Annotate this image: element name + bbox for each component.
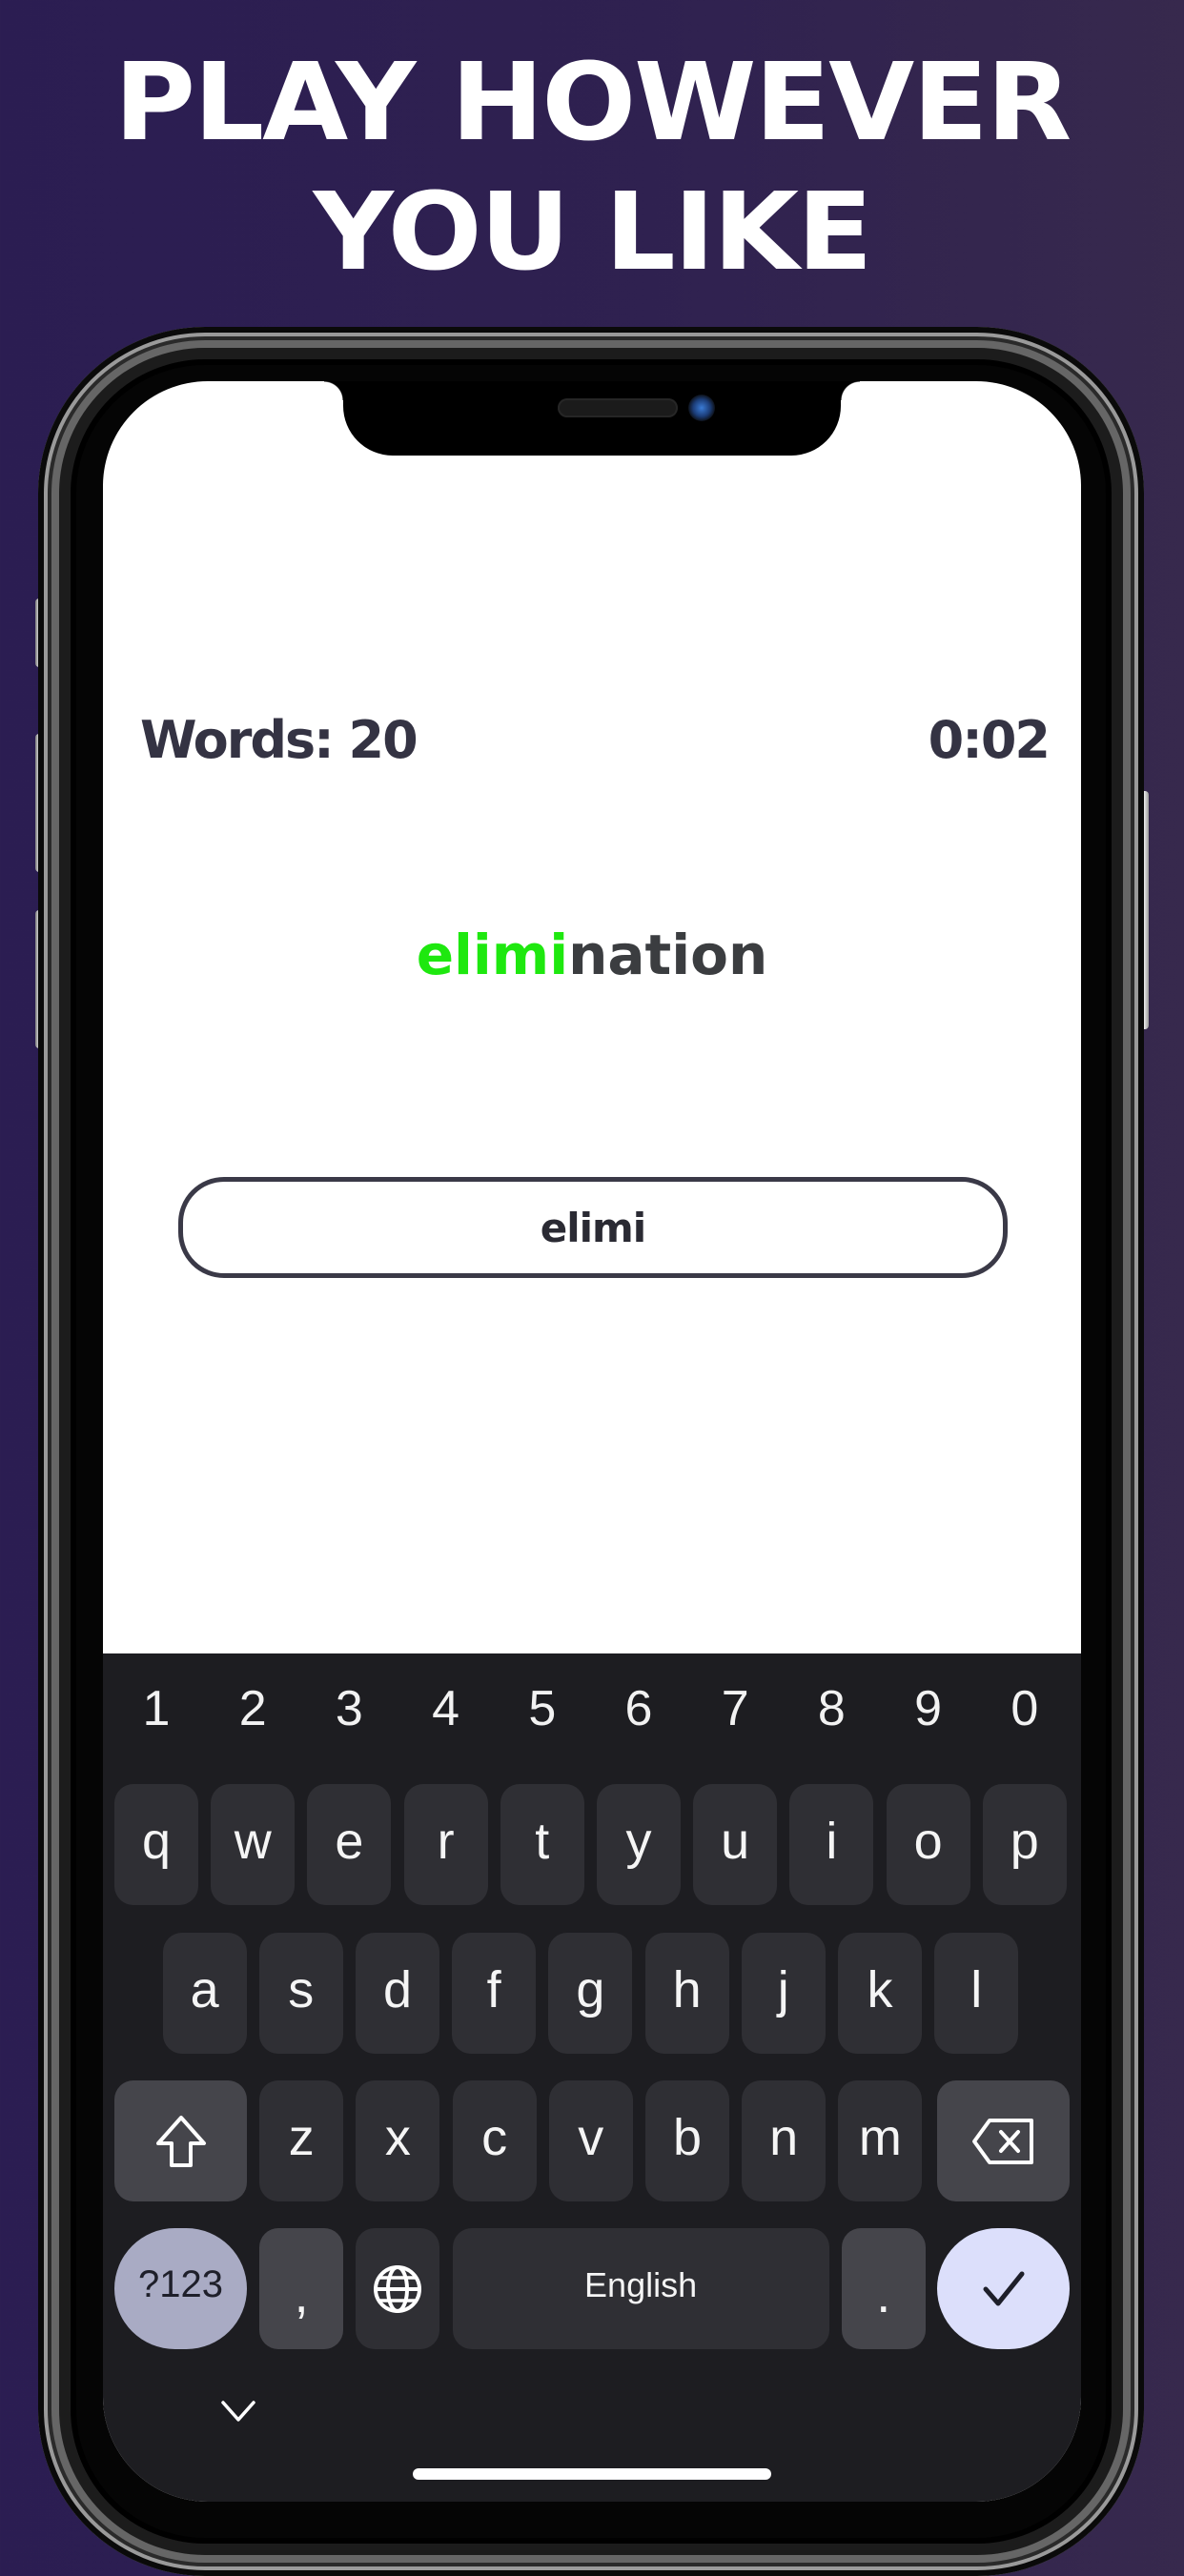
checkmark-icon xyxy=(983,2271,1024,2305)
number-key-0[interactable]: 0 xyxy=(987,1680,1063,1737)
key-c-label: c xyxy=(481,2108,508,2166)
promo-headline: PLAY HOWEVER YOU LIKE xyxy=(0,38,1184,297)
key-z[interactable]: z xyxy=(259,2080,344,2201)
key-d[interactable]: d xyxy=(356,1933,439,2054)
word-input-value: elimi xyxy=(540,1204,646,1251)
key-u[interactable]: u xyxy=(693,1784,778,1905)
shift-key[interactable] xyxy=(114,2080,247,2201)
key-q[interactable]: q xyxy=(114,1784,198,1905)
key-f[interactable]: f xyxy=(452,1933,537,2054)
number-key-4[interactable]: 4 xyxy=(408,1680,484,1737)
speaker-grille xyxy=(558,398,678,417)
key-b-label: b xyxy=(672,2108,703,2166)
key-v[interactable]: v xyxy=(548,2080,633,2201)
words-count: Words: 20 xyxy=(140,710,418,770)
key-j-label: j xyxy=(777,1960,789,2018)
number-key-7[interactable]: 7 xyxy=(697,1680,773,1737)
key-x-label: x xyxy=(384,2108,411,2166)
number-row: 1234567890 xyxy=(103,1680,1081,1756)
key-w-label: w xyxy=(234,1812,272,1870)
comma-key-label: , xyxy=(294,2266,309,2323)
key-s-label: s xyxy=(288,1960,315,2018)
number-key-2[interactable]: 2 xyxy=(214,1680,291,1737)
key-x[interactable]: x xyxy=(356,2080,440,2201)
backspace-key[interactable] xyxy=(937,2080,1070,2201)
key-t[interactable]: t xyxy=(500,1784,584,1905)
key-d-label: d xyxy=(382,1960,413,2018)
key-e[interactable]: e xyxy=(307,1784,392,1905)
phone-notch xyxy=(324,381,860,456)
key-y[interactable]: y xyxy=(597,1784,681,1905)
globe-icon xyxy=(374,2264,422,2313)
space-key[interactable]: English xyxy=(452,2228,829,2349)
key-n-label: n xyxy=(769,2108,799,2166)
key-t-label: t xyxy=(535,1812,550,1870)
key-m-label: m xyxy=(858,2108,902,2166)
comma-key[interactable]: , xyxy=(259,2228,344,2349)
key-s[interactable]: s xyxy=(258,1933,343,2054)
period-key[interactable]: . xyxy=(841,2228,926,2349)
target-word: elimination xyxy=(103,923,1081,987)
key-h-label: h xyxy=(672,1960,702,2018)
key-g-label: g xyxy=(576,1960,605,2018)
number-key-3[interactable]: 3 xyxy=(311,1680,387,1737)
key-o[interactable]: o xyxy=(886,1784,970,1905)
key-z-label: z xyxy=(288,2108,315,2166)
key-b[interactable]: b xyxy=(645,2080,729,2201)
front-camera xyxy=(688,395,715,421)
key-n[interactable]: n xyxy=(742,2080,827,2201)
shift-arrow-icon xyxy=(155,2115,206,2167)
key-h[interactable]: h xyxy=(644,1933,729,2054)
space-key-label: English xyxy=(584,2264,698,2304)
key-l[interactable]: l xyxy=(934,1933,1019,2054)
key-e-label: e xyxy=(335,1812,364,1870)
key-p[interactable]: p xyxy=(982,1784,1067,1905)
key-a-label: a xyxy=(190,1960,219,2018)
backspace-icon xyxy=(971,2118,1033,2164)
timer: 0:02 xyxy=(928,710,1051,770)
symbols-key[interactable]: ?123 xyxy=(114,2228,247,2349)
home-indicator[interactable] xyxy=(413,2468,771,2480)
key-w[interactable]: w xyxy=(211,1784,296,1905)
symbols-key-label: ?123 xyxy=(138,2263,223,2305)
key-r[interactable]: r xyxy=(403,1784,488,1905)
key-l-label: l xyxy=(970,1960,983,2018)
keyboard: 1234567890 q w e r t y u i o p a s d f g h j k l z x c v b n m ?12… xyxy=(103,1653,1081,2502)
key-f-label: f xyxy=(486,1960,501,2018)
key-g[interactable]: g xyxy=(548,1933,633,2054)
enter-key[interactable] xyxy=(937,2228,1070,2349)
key-k-label: k xyxy=(867,1960,893,2018)
number-key-1[interactable]: 1 xyxy=(118,1680,194,1737)
key-r-label: r xyxy=(437,1812,455,1870)
number-key-8[interactable]: 8 xyxy=(793,1680,869,1737)
key-j[interactable]: j xyxy=(741,1933,826,2054)
word-input[interactable]: elimi xyxy=(178,1177,1008,1278)
number-key-5[interactable]: 5 xyxy=(504,1680,581,1737)
globe-key[interactable] xyxy=(356,2228,440,2349)
key-i[interactable]: i xyxy=(789,1784,874,1905)
headline-line-1: PLAY HOWEVER xyxy=(113,41,1072,165)
headline-line-2: YOU LIKE xyxy=(313,171,872,294)
key-c[interactable]: c xyxy=(452,2080,537,2201)
target-word-remaining: nation xyxy=(568,923,768,987)
key-u-label: u xyxy=(721,1812,750,1870)
key-o-label: o xyxy=(913,1812,943,1870)
key-i-label: i xyxy=(826,1812,838,1870)
key-y-label: y xyxy=(625,1812,652,1870)
key-m[interactable]: m xyxy=(838,2080,923,2201)
period-key-label: . xyxy=(876,2266,891,2323)
target-word-typed: elimi xyxy=(416,923,569,987)
chevron-down-icon[interactable] xyxy=(217,2389,259,2431)
number-key-6[interactable]: 6 xyxy=(601,1680,677,1737)
key-k[interactable]: k xyxy=(838,1933,922,2054)
phone-screen: Words: 20 0:02 elimination elimi 1234567… xyxy=(103,381,1081,2502)
key-a[interactable]: a xyxy=(162,1933,247,2054)
number-key-9[interactable]: 9 xyxy=(890,1680,967,1737)
key-v-label: v xyxy=(578,2108,604,2166)
key-p-label: p xyxy=(1010,1812,1039,1870)
key-q-label: q xyxy=(141,1812,172,1870)
